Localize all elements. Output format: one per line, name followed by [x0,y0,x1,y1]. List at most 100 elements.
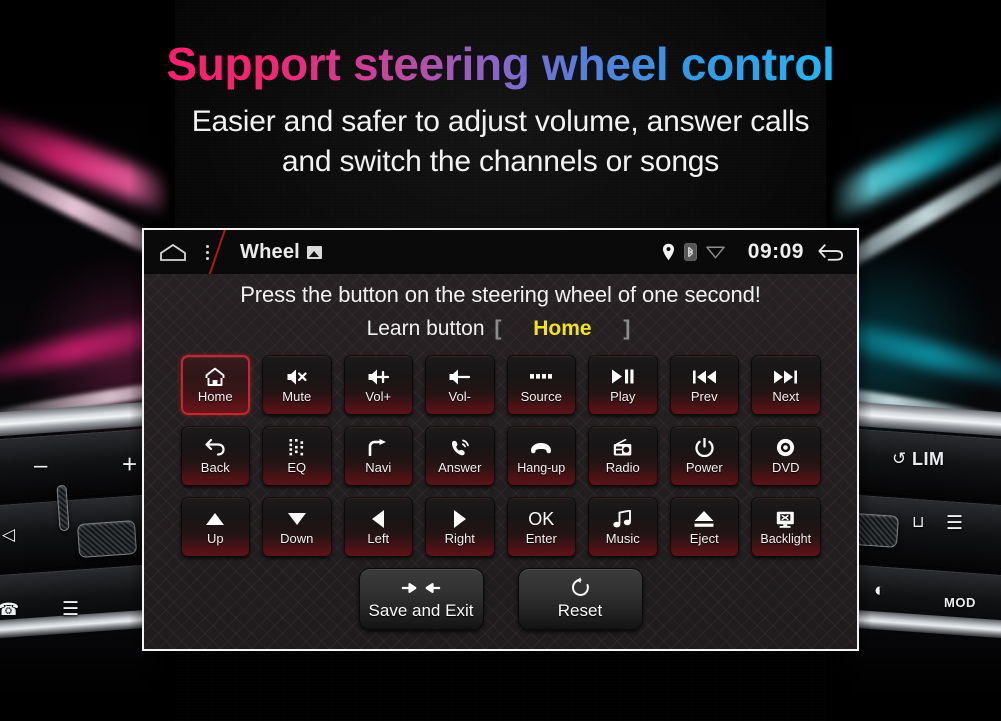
picture-icon [306,245,322,259]
instruction-text: Press the button on the steering wheel o… [240,282,761,307]
location-pin-icon [662,243,675,261]
refresh-icon [570,577,591,598]
status-bar: Wheel 09:09 [144,230,857,274]
wheel-key-label: Radio [605,459,640,475]
wheel-lim-label: LIM [912,449,945,469]
wheel-key-enter[interactable]: OK Enter [506,497,576,557]
wheel-wiper-icon: ⊔ [912,514,925,531]
reset-button[interactable]: Reset [517,568,643,630]
wheel-key-label: DVD [772,459,800,475]
wheel-key-power[interactable]: Power [669,426,739,486]
screen-body: Press the button on the steering wheel o… [144,274,857,649]
volume-up-icon [367,366,390,388]
head-unit-screen: Wheel 09:09 Press the button on the stee… [142,228,859,651]
wheel-key-left[interactable]: Left [343,497,413,557]
wheel-key-label: Backlight [760,532,812,546]
source-icon [530,366,553,388]
learn-button-row: Learn button [ Home ] [144,317,857,341]
wheel-key-label: EQ [287,459,307,475]
learn-button-label: Learn button [366,317,485,340]
ok-text-icon: OK [528,508,555,529]
wheel-key-play[interactable]: Play [588,355,658,415]
wheel-key-label: Right [444,530,475,546]
radio-icon [613,437,632,459]
wheel-lane-assist-icon: ◐ [874,580,886,601]
wheel-key-label: Up [206,530,224,546]
wifi-icon [706,245,725,259]
power-icon [695,437,714,459]
wheel-key-navi[interactable]: Navi [343,426,413,486]
wheel-key-home[interactable]: Home [180,355,250,415]
wheel-key-label: Eject [689,530,719,546]
back-icon [205,437,226,459]
wheel-key-up[interactable]: Up [180,497,250,557]
bracket-left: [ [494,317,502,340]
wheel-key-answer[interactable]: Answer [425,426,495,486]
wheel-key-label: Vol+ [365,388,392,404]
wheel-key-hang-up[interactable]: Hang-up [506,426,576,486]
home-icon [204,366,226,388]
wheel-list-icon: ☰ [62,599,80,620]
wheel-defrost-icon: ☰ [946,513,964,534]
page-title: Support steering wheel control [166,38,835,90]
play-pause-icon [611,366,634,388]
wheel-key-eq[interactable]: EQ [262,426,332,486]
wheel-key-next[interactable]: Next [751,355,821,415]
wheel-key-vol-[interactable]: Vol+ [343,355,413,415]
wheel-key-backlight[interactable]: Backlight [751,497,821,557]
wheel-key-mute[interactable]: Mute [262,355,332,415]
backlight-icon [776,508,795,530]
bracket-right: ] [623,317,631,340]
home-outline-icon[interactable] [158,243,188,261]
equalizer-icon [289,437,305,459]
wheel-left-arrow-icon: ◁ [2,525,16,544]
save-exit-arrows-icon [400,578,442,598]
arrow-up-icon [206,508,225,530]
mute-icon [286,366,308,388]
wheel-key-label: Prev [690,388,718,404]
navigation-icon [368,437,388,459]
arrow-down-icon [287,508,306,530]
wheel-key-label: Hang-up [517,461,566,475]
save-and-exit-button[interactable]: Save and Exit [358,568,484,630]
wheel-key-label: Navi [365,459,392,475]
wheel-phone-icon: ☎ [0,600,20,619]
reset-label: Reset [557,600,603,620]
wheel-key-label: Source [520,388,562,404]
wheel-key-dvd[interactable]: DVD [751,426,821,486]
wheel-key-label: Next [772,388,800,404]
page-subtitle-line-2: and switch the channels or songs [281,144,720,178]
previous-icon [692,366,716,388]
learn-button-value: Home [533,317,592,340]
wheel-key-vol-[interactable]: Vol- [425,355,495,415]
wheel-minus-icon: – [34,452,48,479]
wheel-key-source[interactable]: Source [506,355,576,415]
eject-icon [694,508,714,530]
screen-title: Wheel [240,240,300,263]
wheel-key-right[interactable]: Right [425,497,495,557]
wheel-key-label: Back [200,459,230,475]
wheel-key-radio[interactable]: Radio [588,426,658,486]
wheel-key-label: Vol- [448,388,471,404]
page-subtitle-line-1: Easier and safer to adjust volume, answe… [191,104,810,138]
wheel-key-label: Left [367,530,390,546]
disc-icon [776,437,795,459]
wheel-key-down[interactable]: Down [262,497,332,557]
wheel-key-label: Enter [525,530,557,546]
wheel-key-back[interactable]: Back [180,426,250,486]
wheel-key-label: Home [197,388,233,404]
wheel-key-label: Down [280,530,314,546]
clock: 09:09 [747,240,804,263]
promo-banner: – + ◁ ☰ ☎ ES ACEL LIM ↺ ⊔ ☰ ◐ MOD [0,0,1001,721]
next-icon [774,366,798,388]
wheel-key-prev[interactable]: Prev [669,355,739,415]
overflow-menu-icon[interactable] [200,244,214,260]
wheel-key-music[interactable]: Music [588,497,658,557]
arrow-left-icon [371,508,385,530]
wheel-key-label: Mute [282,388,312,404]
back-arrow-icon[interactable] [816,242,845,262]
wheel-key-label: Answer [438,459,482,475]
bluetooth-icon [683,243,697,261]
arrow-right-icon [453,508,467,530]
wheel-key-eject[interactable]: Eject [669,497,739,557]
